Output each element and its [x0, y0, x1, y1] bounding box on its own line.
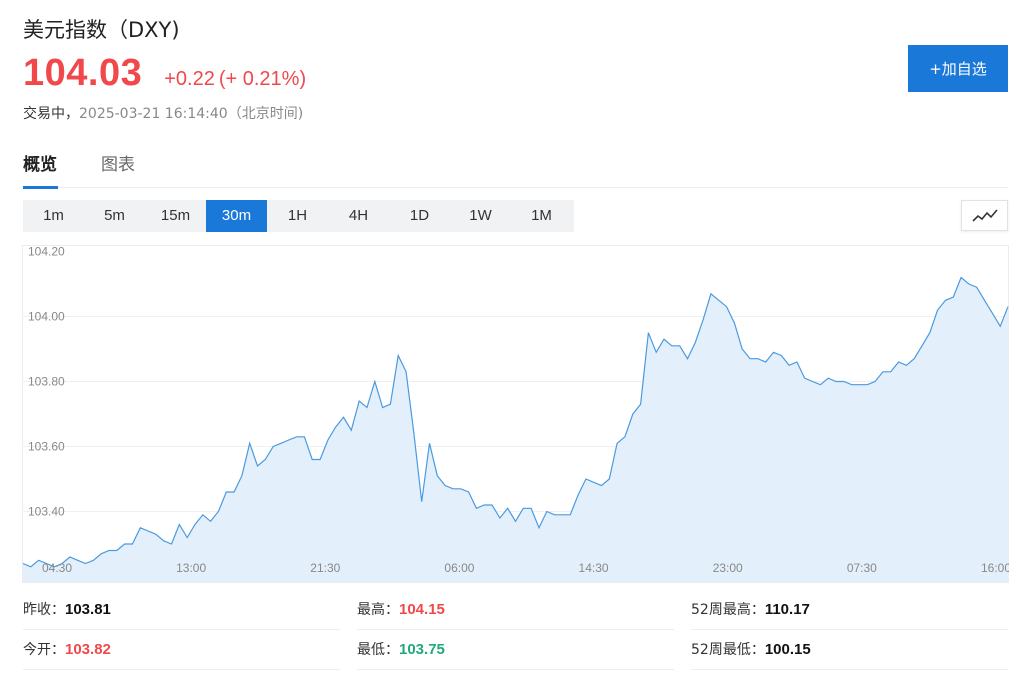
- tab-overview[interactable]: 概览: [23, 150, 58, 189]
- current-price: 104.03: [23, 52, 143, 94]
- period-1m[interactable]: 1m: [23, 200, 84, 232]
- period-4h[interactable]: 4H: [328, 200, 389, 232]
- x-tick-label: 07:30: [847, 561, 877, 575]
- stat-open: 今开：103.82: [23, 630, 340, 670]
- tab-bar: 概览 图表: [23, 150, 1008, 189]
- stats-row: 今开：103.82 最低：103.75 52周最低：100.15: [23, 630, 1008, 670]
- price-chart: 104.20104.00103.80103.60103.40103.2004:3…: [22, 245, 1009, 583]
- y-tick-label: 103.40: [28, 505, 65, 519]
- stat-high: 最高：104.15: [357, 590, 674, 630]
- stat-52w-low: 52周最低：100.15: [691, 630, 1008, 670]
- price-chart-svg: 104.20104.00103.80103.60103.40103.2004:3…: [22, 245, 1009, 583]
- trading-status: 交易中，2025-03-21 16:14:40（北京时间): [23, 103, 303, 123]
- price-row: 104.03 +0.22 (+ 0.21%): [23, 52, 306, 95]
- x-tick-label: 21:30: [310, 561, 340, 575]
- line-chart-icon: [971, 208, 998, 222]
- y-tick-label: 103.60: [28, 440, 65, 454]
- period-15m[interactable]: 15m: [145, 200, 206, 232]
- x-tick-label: 06:00: [444, 561, 474, 575]
- stat-prev-close: 昨收：103.81: [23, 590, 340, 630]
- period-5m[interactable]: 5m: [84, 200, 145, 232]
- stat-low: 最低：103.75: [357, 630, 674, 670]
- stat-label: 52周最低：: [691, 642, 765, 658]
- stats-panel: 昨收：103.81 最高：104.15 52周最高：110.17 今开：103.…: [23, 590, 1008, 670]
- stat-value: 110.17: [764, 601, 810, 618]
- price-area: [23, 277, 1008, 582]
- x-tick-label: 16:00: [981, 561, 1009, 575]
- price-change-percent: (+ 0.21%): [218, 68, 307, 90]
- stat-value: 103.82: [65, 641, 111, 658]
- x-tick-label: 04:30: [42, 561, 72, 575]
- stat-label: 今开：: [23, 642, 65, 658]
- add-watchlist-button[interactable]: +加自选: [908, 45, 1008, 92]
- stat-52w-high: 52周最高：110.17: [691, 590, 1008, 630]
- period-1d[interactable]: 1D: [389, 200, 450, 232]
- x-tick-label: 13:00: [176, 561, 206, 575]
- status-timestamp: 2025-03-21 16:14:40（北京时间): [79, 106, 304, 122]
- stat-value: 100.15: [764, 641, 811, 658]
- page-title: 美元指数（DXY): [23, 18, 180, 42]
- period-selector: 1m 5m 15m 30m 1H 4H 1D 1W 1M: [23, 200, 574, 232]
- y-tick-label: 104.00: [28, 310, 65, 324]
- chart-type-button[interactable]: [961, 200, 1008, 231]
- status-text: 交易中，: [23, 106, 79, 122]
- stat-label: 52周最高：: [691, 602, 765, 618]
- stat-value: 103.81: [65, 601, 111, 618]
- stat-value: 103.75: [399, 641, 445, 658]
- stat-label: 最低：: [357, 642, 399, 658]
- stat-value: 104.15: [399, 601, 445, 618]
- stat-label: 昨收：: [23, 602, 65, 618]
- price-change: +0.22: [164, 68, 215, 90]
- period-1h[interactable]: 1H: [267, 200, 328, 232]
- tab-chart[interactable]: 图表: [101, 150, 135, 188]
- x-tick-label: 14:30: [579, 561, 609, 575]
- stats-row: 昨收：103.81 最高：104.15 52周最高：110.17: [23, 590, 1008, 630]
- period-1w[interactable]: 1W: [450, 200, 511, 232]
- y-tick-label: 104.20: [28, 245, 65, 259]
- x-tick-label: 23:00: [713, 561, 743, 575]
- y-tick-label: 103.80: [28, 375, 65, 389]
- stat-label: 最高：: [357, 602, 399, 618]
- period-30m[interactable]: 30m: [206, 200, 267, 232]
- period-1mo[interactable]: 1M: [511, 200, 572, 232]
